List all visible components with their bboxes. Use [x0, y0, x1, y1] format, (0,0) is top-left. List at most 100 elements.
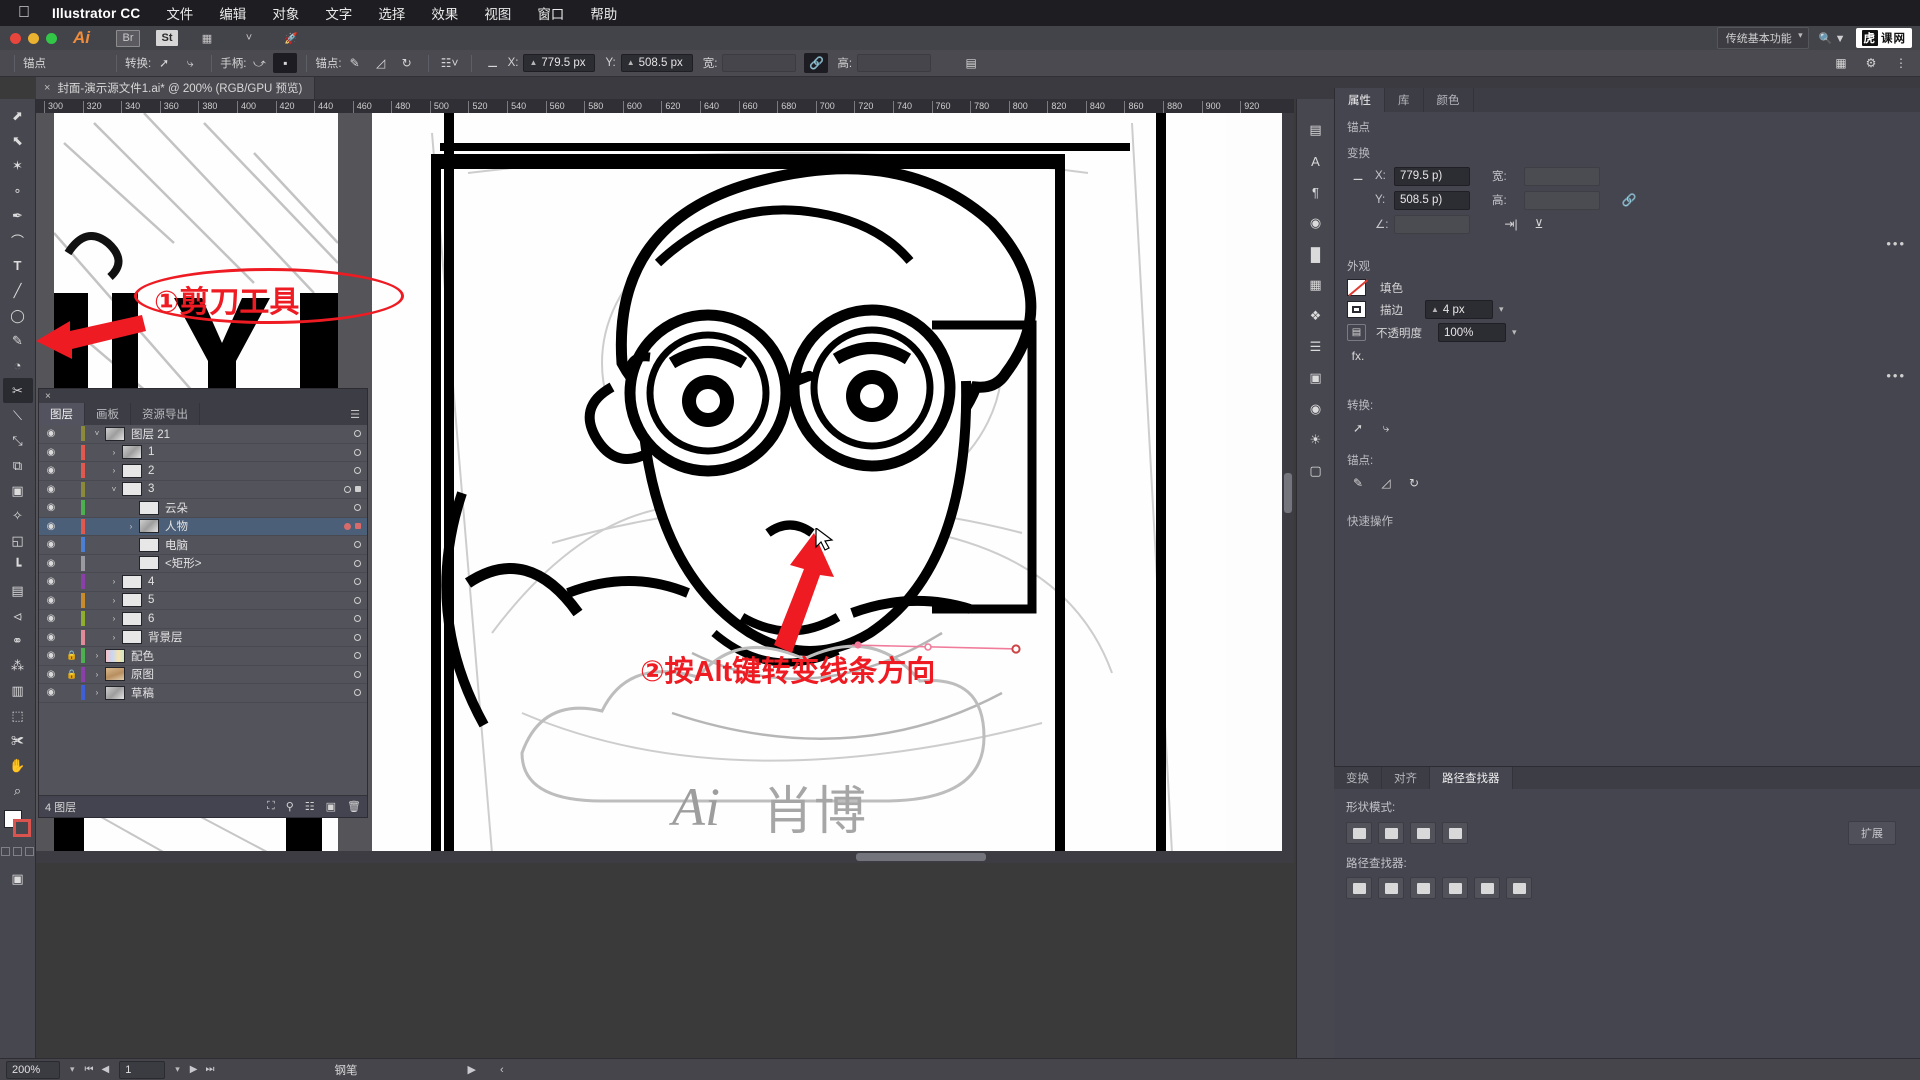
paragraph-icon[interactable]: ¶ [1303, 181, 1329, 203]
fx-icon[interactable]: fx. [1347, 346, 1369, 366]
window-controls[interactable] [10, 32, 57, 44]
expand-button[interactable]: 扩展 [1848, 821, 1896, 845]
zoom-chevron-icon[interactable]: ▾ [70, 1064, 75, 1075]
layer-disclosure-triangle-icon[interactable]: › [106, 466, 122, 475]
layer-target-indicator[interactable] [354, 652, 361, 660]
gradient-button[interactable] [13, 847, 22, 856]
align-dropdown-icon[interactable]: ☷˅ [438, 53, 462, 73]
layer-target-area[interactable] [333, 652, 367, 660]
layer-name-label[interactable]: 3 [148, 483, 333, 495]
tool-shape-builder[interactable]: ✧ [3, 503, 33, 528]
layer-target-indicator[interactable] [354, 670, 361, 678]
cut-path-at-anchor-icon[interactable]: ↻ [1403, 473, 1425, 493]
layer-disclosure-triangle-icon[interactable]: ˅ [106, 485, 122, 494]
stroke-swatch[interactable] [12, 819, 31, 837]
symbols-icon[interactable]: ◉ [1303, 212, 1329, 234]
visibility-eye-icon[interactable]: ◉ [39, 502, 63, 513]
visibility-eye-icon[interactable]: ◉ [39, 687, 63, 698]
link-icon[interactable]: 🔗 [804, 53, 829, 73]
layer-name-label[interactable]: 5 [148, 594, 333, 606]
delete-layer-icon[interactable]: 🗑 [347, 800, 361, 813]
tab-color[interactable]: 颜色 [1424, 88, 1474, 112]
stroke-swatch-icon[interactable] [1347, 301, 1366, 318]
layer-row[interactable]: ◉ › 背景层 [39, 629, 367, 647]
layer-row[interactable]: ◉ 🔒 › 原图 [39, 666, 367, 684]
gradient-icon[interactable]: ◉ [1303, 398, 1329, 420]
visibility-eye-icon[interactable]: ◉ [39, 650, 63, 661]
minimize-window-button[interactable] [28, 32, 39, 44]
layer-row[interactable]: ◉ 云朵 [39, 499, 367, 518]
visibility-eye-icon[interactable]: ◉ [39, 613, 63, 624]
remove-selected-anchor-icon[interactable]: ✎ [1347, 473, 1369, 493]
graphic-styles-icon[interactable]: ▢ [1303, 460, 1329, 482]
color-mode-buttons[interactable] [1, 847, 34, 856]
tab-align[interactable]: 对齐 [1382, 767, 1430, 789]
layers-panel-menu-icon[interactable]: ☰ [343, 403, 367, 425]
new-sublayer-icon[interactable]: ☷ [305, 800, 315, 813]
tool-selection[interactable]: ⬈ [3, 103, 33, 128]
layer-target-area[interactable] [333, 522, 367, 530]
layer-name-label[interactable]: 配色 [131, 648, 333, 664]
tab-properties[interactable]: 属性 [1335, 88, 1385, 112]
layer-target-area[interactable] [333, 430, 367, 438]
menu-item-type[interactable]: 文字 [325, 3, 352, 23]
color-guide-icon[interactable]: ❖ [1303, 305, 1329, 327]
tab-pathfinder[interactable]: 路径查找器 [1430, 767, 1513, 789]
last-artboard-icon[interactable]: ⏭ [205, 1064, 214, 1075]
properties-x-input[interactable]: 779.5 p) [1394, 166, 1470, 186]
menu-item-help[interactable]: 帮助 [590, 3, 617, 23]
status-arrow-left-icon[interactable]: ‹ [500, 1064, 504, 1076]
layer-target-area[interactable] [333, 633, 367, 641]
page-navigation[interactable]: ⏮ ◀ [85, 1064, 110, 1075]
tool-column-graph[interactable]: ▥ [3, 678, 33, 703]
workspace-switcher[interactable]: 传统基本功能 [1716, 27, 1809, 49]
layer-row[interactable]: ◉ › 5 [39, 592, 367, 610]
stroke-weight-spinner-icon[interactable]: ▲ [1431, 305, 1439, 314]
appearance-icon[interactable]: ☀ [1303, 429, 1329, 451]
tool-lasso[interactable]: ∘ [3, 178, 33, 203]
y-spinner-icon[interactable]: ▲ [627, 59, 635, 67]
menu-item-view[interactable]: 视图 [484, 3, 511, 23]
layer-target-area[interactable] [333, 596, 367, 604]
zoom-level-input[interactable]: 200% [6, 1060, 60, 1079]
layer-target-indicator[interactable] [354, 596, 361, 604]
visibility-eye-icon[interactable]: ◉ [39, 632, 63, 643]
connect-selected-anchor-icon[interactable]: ◿ [1375, 473, 1397, 493]
layer-name-label[interactable]: 图层 21 [131, 426, 333, 442]
align-panel-icon[interactable]: ▤ [959, 53, 983, 73]
layer-disclosure-triangle-icon[interactable]: › [89, 651, 105, 660]
convert-corner-icon[interactable]: ➚ [1347, 418, 1369, 438]
tool-perspective-grid[interactable]: ◱ [3, 528, 33, 553]
x-position-input[interactable]: ▲ 779.5 px [523, 54, 596, 72]
x-spinner-icon[interactable]: ▲ [529, 59, 537, 67]
locate-object-icon[interactable]: ⛶ [267, 800, 275, 813]
preferences-icon[interactable]: ⚙ [1859, 53, 1883, 73]
tool-eyedropper[interactable]: ⏿ [3, 603, 33, 628]
tool-scissors[interactable]: ✂ [2, 378, 33, 403]
visibility-eye-icon[interactable]: ◉ [39, 521, 63, 532]
layer-target-indicator[interactable] [354, 541, 361, 549]
stock-icon[interactable]: St [156, 30, 178, 46]
tool-free-transform[interactable]: ▣ [3, 478, 33, 503]
layer-row[interactable]: ◉ 电脑 [39, 536, 367, 555]
layer-target-indicator[interactable] [354, 559, 361, 567]
tool-mesh[interactable]: ┗ [3, 553, 33, 578]
exclude-icon[interactable] [1442, 822, 1468, 844]
layer-target-area[interactable] [333, 504, 367, 512]
layer-target-indicator[interactable] [354, 467, 361, 475]
canvas-horizontal-scrollbar-thumb[interactable] [856, 853, 986, 861]
layer-target-indicator[interactable] [354, 430, 361, 438]
tab-libraries[interactable]: 库 [1385, 88, 1424, 112]
prev-artboard-icon[interactable]: ◀ [102, 1064, 110, 1075]
layer-name-label[interactable]: 背景层 [148, 629, 333, 645]
visibility-eye-icon[interactable]: ◉ [39, 428, 63, 439]
properties-angle-input[interactable] [1394, 214, 1470, 234]
merge-icon[interactable] [1410, 877, 1436, 899]
maximize-window-button[interactable] [46, 32, 57, 44]
layer-target-indicator[interactable] [354, 448, 361, 456]
layer-row[interactable]: ◉ › 人物 [39, 517, 367, 536]
layer-row[interactable]: ◉ ˅ 图层 21 [39, 425, 367, 444]
trim-icon[interactable] [1378, 877, 1404, 899]
visibility-eye-icon[interactable]: ◉ [39, 669, 63, 680]
layer-row[interactable]: ◉ › 草稿 [39, 684, 367, 703]
